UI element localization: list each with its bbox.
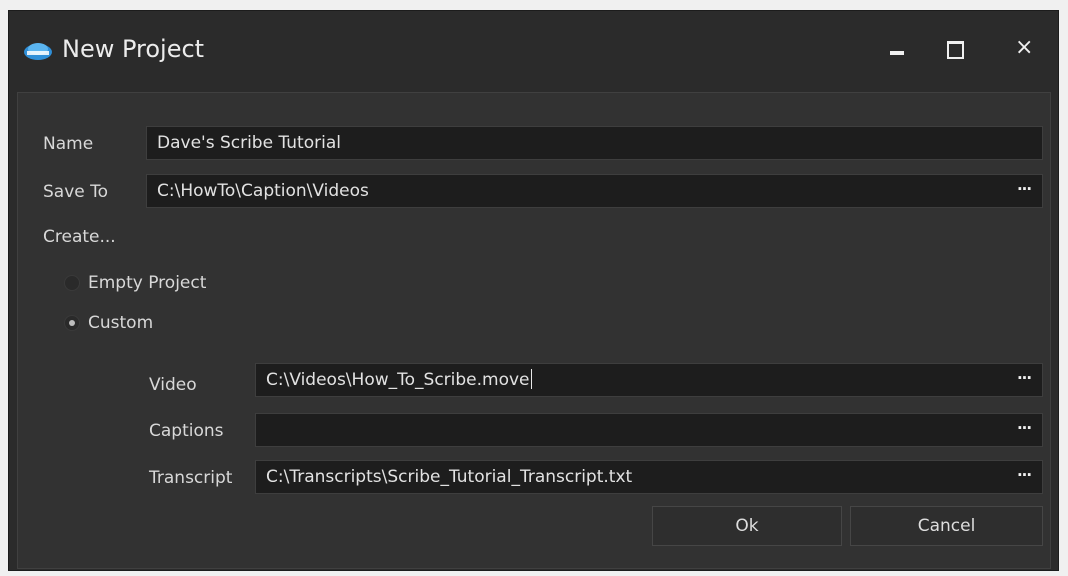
close-button[interactable]: × bbox=[1000, 29, 1054, 69]
video-browse-button[interactable]: ··· bbox=[1012, 364, 1036, 396]
captions-input[interactable]: ··· bbox=[255, 413, 1043, 447]
name-input[interactable]: Dave's Scribe Tutorial bbox=[146, 126, 1043, 160]
empty-project-radio[interactable] bbox=[64, 275, 80, 291]
captions-label: Captions bbox=[149, 421, 224, 441]
empty-project-label[interactable]: Empty Project bbox=[88, 272, 206, 294]
close-icon: × bbox=[1015, 35, 1034, 60]
transcript-input[interactable]: C:\Transcripts\Scribe_Tutorial_Transcrip… bbox=[255, 460, 1043, 494]
save-to-browse-button[interactable]: ··· bbox=[1012, 175, 1036, 207]
app-icon bbox=[24, 43, 52, 60]
custom-radio[interactable] bbox=[64, 315, 80, 331]
window-title: New Project bbox=[62, 35, 205, 63]
save-to-input[interactable]: C:\HowTo\Caption\Videos ··· bbox=[146, 174, 1043, 208]
dialog-content: Name Dave's Scribe Tutorial Save To C:\H… bbox=[17, 92, 1051, 569]
video-input-text: C:\Videos\How_To_Scribe.move bbox=[266, 370, 530, 390]
maximize-button[interactable] bbox=[927, 29, 981, 69]
name-input-value: Dave's Scribe Tutorial bbox=[157, 133, 341, 153]
create-label: Create... bbox=[43, 227, 116, 247]
captions-browse-button[interactable]: ··· bbox=[1012, 414, 1036, 446]
save-to-input-value: C:\HowTo\Caption\Videos bbox=[157, 181, 369, 201]
custom-label[interactable]: Custom bbox=[88, 312, 153, 334]
video-input-value: C:\Videos\How_To_Scribe.move bbox=[266, 364, 532, 396]
video-label: Video bbox=[149, 375, 197, 395]
video-input[interactable]: C:\Videos\How_To_Scribe.move ··· bbox=[255, 363, 1043, 397]
minimize-button[interactable] bbox=[870, 29, 924, 69]
name-label: Name bbox=[43, 134, 94, 154]
transcript-input-value: C:\Transcripts\Scribe_Tutorial_Transcrip… bbox=[266, 467, 633, 487]
maximize-icon bbox=[947, 41, 964, 59]
title-bar[interactable]: New Project × bbox=[9, 11, 1058, 87]
cancel-button[interactable]: Cancel bbox=[850, 506, 1043, 546]
transcript-browse-button[interactable]: ··· bbox=[1012, 461, 1036, 493]
minimize-icon bbox=[890, 51, 904, 55]
save-to-label: Save To bbox=[43, 182, 109, 202]
transcript-label: Transcript bbox=[149, 468, 233, 488]
text-cursor bbox=[530, 369, 532, 389]
new-project-dialog: New Project × Name Dave's Scribe Tutoria… bbox=[9, 11, 1058, 570]
ok-button[interactable]: Ok bbox=[652, 506, 842, 546]
